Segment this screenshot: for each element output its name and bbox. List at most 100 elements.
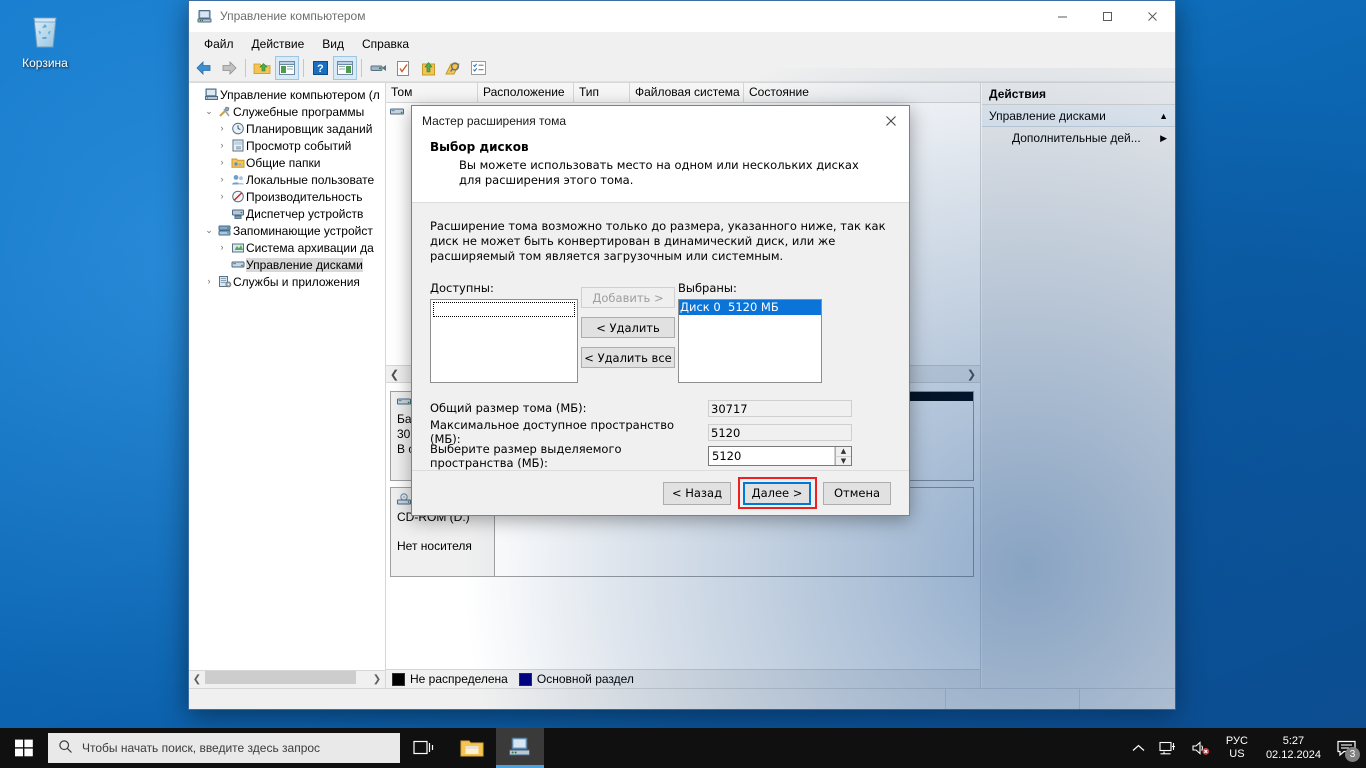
tree-item-label: Система архивации да	[246, 241, 374, 255]
tree-expander[interactable]: ›	[215, 154, 229, 171]
tree-item-disk-management[interactable]: Управление дисками	[189, 256, 385, 273]
volume-disk-icon	[390, 107, 404, 118]
show-action-pane-icon[interactable]	[333, 56, 357, 80]
select-space-amount-row: Выберите размер выделяемого пространства…	[430, 445, 891, 467]
tree-expander[interactable]: ⌄	[202, 222, 216, 239]
wizard-close-button[interactable]	[873, 106, 909, 136]
disk-management-icon	[229, 258, 246, 271]
listbox-focus-rect	[433, 302, 575, 317]
tree-expander[interactable]: ›	[215, 137, 229, 154]
export-list-icon[interactable]	[416, 56, 440, 80]
tree-expander[interactable]: ›	[202, 273, 216, 290]
column-header-type[interactable]: Тип	[574, 83, 630, 102]
selected-disk-name: Диск 0	[680, 300, 728, 315]
column-header-volume[interactable]: Том	[386, 83, 478, 102]
clock[interactable]: 5:27 02.12.2024	[1256, 728, 1331, 768]
cdrom-icon	[397, 493, 411, 510]
scroll-left-arrow-icon[interactable]: ❮	[189, 674, 205, 685]
close-button[interactable]	[1130, 1, 1175, 31]
tree-item-computer-management[interactable]: Управление компьютером (л	[189, 86, 385, 103]
window-controls	[1040, 1, 1175, 31]
maximize-button[interactable]	[1085, 1, 1130, 31]
tree-item-task-scheduler[interactable]: › Планировщик заданий	[189, 120, 385, 137]
column-header-filesystem[interactable]: Файловая система	[630, 83, 744, 102]
select-space-amount-input[interactable]: 5120	[709, 447, 834, 465]
refresh-icon[interactable]	[366, 56, 390, 80]
wizard-titlebar: Мастер расширения тома	[412, 106, 909, 136]
column-header-layout[interactable]: Расположение	[478, 83, 574, 102]
stepper-up-icon[interactable]: ▲	[835, 447, 851, 457]
menu-help[interactable]: Справка	[353, 34, 418, 54]
help-icon[interactable]: ?	[308, 56, 332, 80]
file-explorer-button[interactable]	[448, 728, 496, 768]
selected-disk-size: 5120 МБ	[728, 300, 779, 315]
select-space-amount-stepper[interactable]: 5120 ▲ ▼	[708, 446, 852, 466]
remove-disk-button[interactable]: < Удалить	[581, 317, 675, 338]
notification-center-button[interactable]: 3	[1331, 728, 1366, 768]
scroll-right-arrow-icon[interactable]: ❯	[369, 674, 385, 685]
chevron-right-icon: ▶	[1160, 133, 1167, 144]
tree-horizontal-scrollbar[interactable]: ❮ ❯	[189, 670, 385, 688]
back-button[interactable]: < Назад	[663, 482, 731, 505]
tree-expander[interactable]: ›	[215, 120, 229, 137]
wizard-intro-text: Расширение тома возможно только до разме…	[430, 219, 891, 264]
next-button[interactable]: Далее >	[743, 482, 811, 505]
scroll-left-arrow-icon[interactable]: ❮	[386, 368, 403, 381]
performance-icon	[229, 190, 246, 203]
tree-item-event-viewer[interactable]: › Просмотр событий	[189, 137, 385, 154]
network-icon[interactable]	[1152, 728, 1184, 768]
minimize-button[interactable]	[1040, 1, 1085, 31]
details-view-icon[interactable]	[466, 56, 490, 80]
remove-all-disks-button[interactable]: < Удалить все	[581, 347, 675, 368]
tree-expander[interactable]: ›	[215, 171, 229, 188]
computer-management-taskbar-button[interactable]	[496, 728, 544, 768]
scroll-right-arrow-icon[interactable]: ❯	[963, 368, 980, 381]
menu-view[interactable]: Вид	[313, 34, 353, 54]
chevron-up-icon[interactable]: ▲	[1159, 111, 1168, 121]
available-disks-group: Доступны:	[430, 281, 578, 383]
tree-item-shared-folders[interactable]: › Общие папки	[189, 154, 385, 171]
selected-disks-listbox[interactable]: Диск 0 5120 МБ	[678, 299, 822, 383]
actions-group-disk-management[interactable]: Управление дисками ▲	[982, 105, 1175, 127]
language-indicator[interactable]: РУС US	[1218, 728, 1256, 768]
volume-muted-icon[interactable]	[1184, 728, 1218, 768]
tree-item-services-applications[interactable]: › Службы и приложения	[189, 273, 385, 290]
tree-expander[interactable]: ›	[215, 239, 229, 256]
tree-item-device-manager[interactable]: Диспетчер устройств	[189, 205, 385, 222]
tree-expander[interactable]: ⌄	[202, 103, 216, 120]
menu-file[interactable]: Файл	[195, 34, 243, 54]
statusbar	[189, 688, 1175, 709]
search-input[interactable]: Чтобы начать поиск, введите здесь запрос	[48, 733, 400, 763]
start-button[interactable]	[0, 728, 48, 768]
cancel-button[interactable]: Отмена	[823, 482, 891, 505]
column-header-status[interactable]: Состояние	[744, 83, 974, 102]
add-disk-button[interactable]: Добавить >	[581, 287, 675, 308]
show-console-tree-icon[interactable]	[275, 56, 299, 80]
properties-icon[interactable]	[391, 56, 415, 80]
menu-action[interactable]: Действие	[243, 34, 314, 54]
desktop-icon-recycle-bin[interactable]: Корзина	[6, 6, 84, 70]
tree-item-windows-backup[interactable]: › Система архивации да	[189, 239, 385, 256]
scrollbar-thumb[interactable]	[205, 671, 356, 684]
list-item[interactable]: Диск 0 5120 МБ	[679, 300, 821, 315]
stepper-arrows[interactable]: ▲ ▼	[834, 447, 851, 465]
action-item-more-actions[interactable]: Дополнительные дей... ▶	[982, 127, 1175, 149]
task-view-button[interactable]	[400, 728, 448, 768]
tray-chevron-up-icon[interactable]	[1125, 728, 1152, 768]
search-icon[interactable]	[441, 56, 465, 80]
up-folder-icon[interactable]	[250, 56, 274, 80]
tree-item-system-tools[interactable]: ⌄ Служебные программы	[189, 103, 385, 120]
tree-item-local-users[interactable]: › Локальные пользовате	[189, 171, 385, 188]
available-disks-listbox[interactable]	[430, 299, 578, 383]
tree-expander[interactable]: ›	[215, 188, 229, 205]
disk-legend: Не распределена Основной раздел	[386, 669, 980, 688]
forward-arrow-icon[interactable]	[217, 56, 241, 80]
tree-item-performance[interactable]: › Производительность	[189, 188, 385, 205]
tree-item-storage[interactable]: ⌄ Запоминающие устройст	[189, 222, 385, 239]
desktop: Корзина Управление компьютером	[0, 0, 1366, 768]
scrollbar-track[interactable]	[205, 671, 369, 688]
back-arrow-icon[interactable]	[192, 56, 216, 80]
stepper-down-icon[interactable]: ▼	[835, 457, 851, 466]
tree-item-label: Планировщик заданий	[246, 122, 372, 136]
select-space-amount-label: Выберите размер выделяемого пространства…	[430, 442, 708, 470]
